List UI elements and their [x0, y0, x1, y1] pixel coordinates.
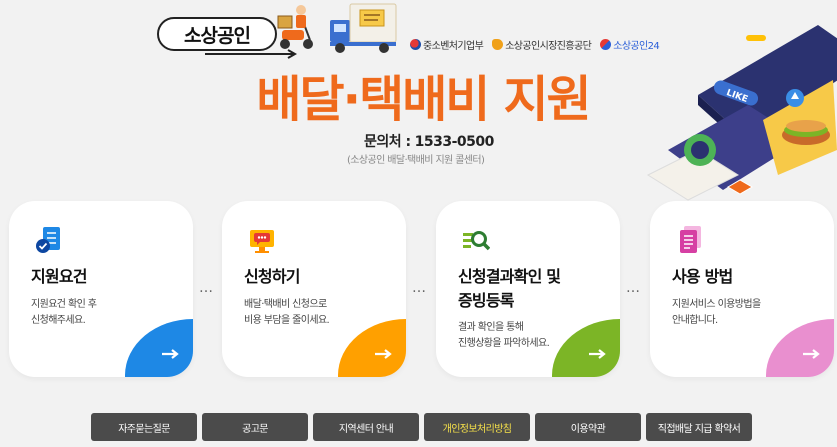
mss-emblem-icon — [410, 39, 421, 50]
pink-document-icon — [680, 226, 701, 253]
card-description: 배달·택배비 신청으로 비용 부담을 줄이세요. — [244, 297, 394, 329]
partner-logos: 중소벤처기업부 소상공인시장진흥공단 소상공인24 — [410, 37, 660, 52]
arrow-right-icon — [803, 349, 820, 359]
card-title: 신청결과확인 및 증빙등록 — [458, 265, 618, 313]
card-title-line: 신청결과확인 및 — [458, 267, 561, 286]
card-description-line: 배달·택배비 신청으로 — [244, 299, 327, 310]
contact-label: 문의처 : — [364, 134, 411, 150]
isometric-phone-illustration: LIKE — [646, 25, 837, 201]
card-result-check[interactable]: 신청결과확인 및 증빙등록 결과 확인을 통해 진행상황을 파악하세요. — [436, 201, 620, 377]
contact-subtitle: (소상공인 배달·택배비 지원 콜센터) — [347, 155, 485, 166]
separator-dots: … — [626, 280, 641, 296]
regional-center-button[interactable]: 지역센터 안내 — [313, 413, 419, 441]
card-description-line: 지원서비스 이용방법을 — [672, 299, 761, 310]
partner-logo-label: 중소벤처기업부 — [423, 41, 484, 52]
direct-delivery-pledge-button[interactable]: 직접배달 지급 확약서 — [646, 413, 752, 441]
contact-phone: 1533-0500 — [414, 134, 495, 150]
notice-button[interactable]: 공고문 — [202, 413, 308, 441]
card-title-line: 증빙등록 — [458, 291, 514, 310]
page: 소상공인 중소벤처기업부 소상공인시장진흥공단 소상공인24 배달·택배비 지원… — [0, 0, 837, 447]
separator-dots: … — [412, 280, 427, 296]
arrow-right-icon — [375, 349, 392, 359]
card-how-to-use[interactable]: 사용 방법 지원서비스 이용방법을 안내합니다. — [650, 201, 834, 377]
card-title: 지원요건 — [31, 267, 87, 286]
partner-logo-mss: 중소벤처기업부 — [410, 37, 484, 52]
faq-button[interactable]: 자주묻는질문 — [91, 413, 197, 441]
sbiz24-logo-icon — [600, 39, 612, 50]
card-title: 신청하기 — [244, 267, 300, 286]
arrow-right-icon — [589, 349, 606, 359]
privacy-policy-button[interactable]: 개인정보처리방침 — [424, 413, 530, 441]
monitor-chat-icon — [250, 230, 274, 253]
card-description-line: 지원요건 확인 후 — [31, 299, 97, 310]
card-description: 지원요건 확인 후 신청해주세요. — [31, 297, 181, 329]
partner-logo-label: 소상공인시장진흥공단 — [505, 41, 592, 52]
semas-logo-icon — [492, 39, 504, 50]
card-eligibility[interactable]: 지원요건 지원요건 확인 후 신청해주세요. — [9, 201, 193, 377]
terms-button[interactable]: 이용약관 — [535, 413, 641, 441]
contact-info: 문의처 :1533-0500 — [364, 131, 494, 151]
separator-dots: … — [199, 280, 214, 296]
card-title: 사용 방법 — [672, 267, 733, 286]
magnifier-list-icon — [463, 231, 490, 251]
arrow-right-icon — [162, 349, 179, 359]
brand-badge: 소상공인 — [157, 17, 277, 51]
document-check-icon — [36, 227, 60, 253]
card-description: 지원서비스 이용방법을 안내합니다. — [672, 297, 822, 329]
page-title: 배달·택배비 지원 — [256, 71, 591, 128]
card-apply[interactable]: 신청하기 배달·택배비 신청으로 비용 부담을 줄이세요. — [222, 201, 406, 377]
partner-logo-semas: 소상공인시장진흥공단 — [492, 37, 592, 52]
delivery-scooter-truck-icon — [277, 3, 397, 53]
